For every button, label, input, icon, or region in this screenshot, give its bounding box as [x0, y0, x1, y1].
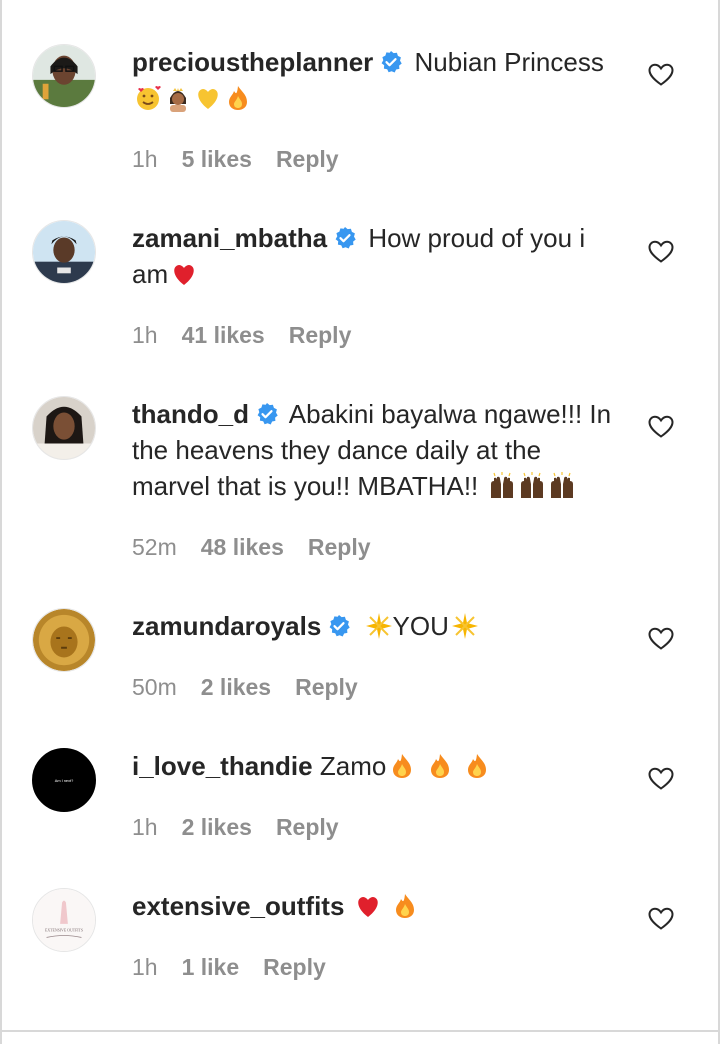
avatar-image [33, 397, 95, 459]
reply-button[interactable]: Reply [295, 674, 358, 700]
bottom-divider [0, 1030, 720, 1032]
avatar-image: Am I next? [33, 749, 95, 811]
red-heart-icon [174, 265, 194, 285]
avatar-caption: EXTENSIVE OUTFITS [45, 929, 83, 933]
like-heart-icon[interactable] [648, 627, 674, 651]
fire-icon [395, 894, 414, 918]
username[interactable]: zamani_mbatha [132, 223, 327, 253]
sparkle-icon [365, 613, 392, 639]
reply-button[interactable]: Reply [276, 146, 339, 172]
comment-time: 52m [132, 534, 177, 560]
raising-hands-icon [490, 472, 513, 498]
verified-badge-icon [329, 615, 350, 637]
raising-hands-icon [550, 472, 573, 498]
comment-time: 50m [132, 674, 177, 700]
like-heart-icon[interactable] [648, 240, 674, 264]
avatar[interactable] [32, 220, 96, 284]
comment-text: YOU [392, 611, 449, 641]
username[interactable]: precioustheplanner [132, 47, 373, 77]
reply-button[interactable]: Reply [276, 814, 339, 840]
frame-left-border [0, 0, 2, 1044]
comment-time: 1h [132, 954, 158, 980]
avatar[interactable]: EXTENSIVE OUTFITS [32, 888, 96, 952]
avatar[interactable]: Am I next? [32, 748, 96, 812]
likes-count[interactable]: 2 likes [201, 674, 271, 700]
likes-count[interactable]: 48 likes [201, 534, 284, 560]
username[interactable]: thando_d [132, 399, 249, 429]
smiling-face-with-hearts-icon [137, 86, 161, 110]
comment-time: 1h [132, 814, 158, 840]
avatar-image: EXTENSIVE OUTFITS [33, 889, 95, 951]
comment-text: Nubian Princess [414, 47, 604, 77]
username[interactable]: extensive_outfits [132, 891, 344, 921]
princess-icon [170, 88, 186, 112]
like-heart-icon[interactable] [648, 907, 674, 931]
username[interactable]: zamundaroyals [132, 611, 321, 641]
like-heart-icon[interactable] [648, 767, 674, 791]
verified-badge-icon [381, 51, 402, 73]
avatar[interactable] [32, 396, 96, 460]
like-heart-icon[interactable] [648, 415, 674, 439]
likes-count[interactable]: 41 likes [182, 322, 265, 348]
raising-hands-icon [520, 472, 543, 498]
like-heart-icon[interactable] [648, 63, 674, 87]
likes-count[interactable]: 5 likes [182, 146, 252, 172]
red-heart-icon [357, 897, 378, 917]
reply-button[interactable]: Reply [263, 954, 326, 980]
likes-count[interactable]: 1 like [182, 954, 240, 980]
reply-button[interactable]: Reply [308, 534, 371, 560]
avatar[interactable] [32, 608, 96, 672]
yellow-heart-icon [198, 89, 218, 109]
sparkle-icon [451, 613, 478, 639]
likes-count[interactable]: 2 likes [182, 814, 252, 840]
avatar[interactable] [32, 44, 96, 108]
fire-icon [393, 754, 412, 778]
comment-text: Zamo [319, 751, 387, 781]
verified-badge-icon [335, 227, 356, 249]
comment-time: 1h [132, 322, 158, 348]
username[interactable]: i_love_thandie [132, 751, 313, 781]
fire-icon [430, 754, 449, 778]
avatar-image [33, 609, 95, 671]
verified-badge-icon [257, 403, 278, 425]
avatar-image [33, 45, 95, 107]
fire-icon [467, 754, 486, 778]
avatar-image [33, 221, 95, 283]
avatar-caption: Am I next? [55, 778, 73, 783]
comment-time: 1h [132, 146, 158, 172]
reply-button[interactable]: Reply [289, 322, 352, 348]
fire-icon [229, 86, 247, 110]
